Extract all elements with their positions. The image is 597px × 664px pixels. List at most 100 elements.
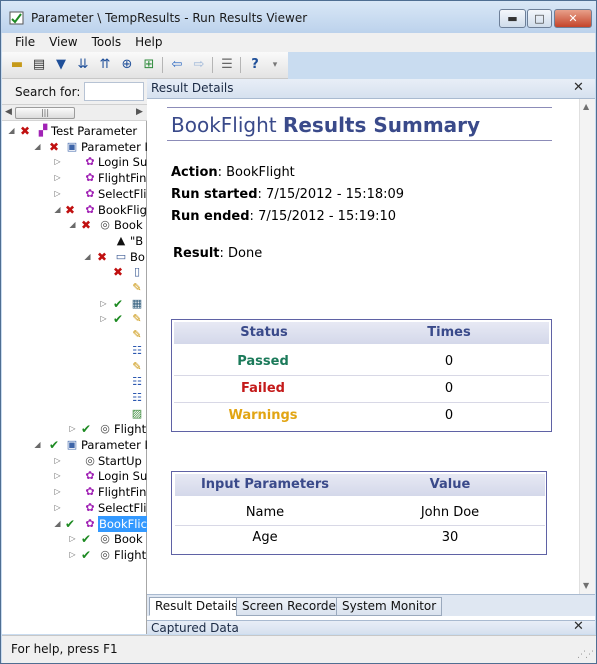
- tree-horizontal-scrollbar[interactable]: ◀ ||| ▶: [2, 105, 147, 121]
- scroll-right-icon[interactable]: ▶: [136, 107, 143, 117]
- details-vertical-scrollbar[interactable]: ▲ ▼: [579, 99, 595, 594]
- collapsed-arrow-icon[interactable]: ▷: [68, 531, 77, 547]
- tree-node[interactable]: ▨: [2, 406, 147, 422]
- tree-node[interactable]: ▷ ✿SelectFlic: [2, 500, 147, 516]
- pencil-icon: ✎: [132, 328, 142, 342]
- menu-tools[interactable]: Tools: [85, 33, 129, 52]
- tree-node[interactable]: ▷ ✿SelectFlic: [2, 186, 147, 202]
- close-icon: ✕: [568, 12, 578, 25]
- tree-node[interactable]: ▷ ✔ ◎ Flight: [2, 421, 147, 437]
- tree-node[interactable]: ▷ ✔ ▦: [2, 296, 147, 312]
- collapsed-arrow-icon[interactable]: ▷: [53, 453, 62, 469]
- back-arrow-icon[interactable]: ⇦: [168, 56, 186, 74]
- toolbar-separator: [240, 57, 241, 73]
- resize-grip-icon[interactable]: ⋰⋰: [577, 650, 594, 660]
- tree-node[interactable]: ✎: [2, 359, 147, 375]
- tree-node[interactable]: ✎: [2, 327, 147, 343]
- tree-node[interactable]: ✖ ▯: [2, 264, 147, 280]
- maximize-button[interactable]: □: [527, 9, 552, 28]
- expanded-arrow-icon[interactable]: ◢: [83, 249, 92, 265]
- status-table-header: Status Times: [174, 322, 549, 344]
- tree-node-label: Bo: [130, 249, 145, 264]
- list-icon[interactable]: ☰: [218, 56, 236, 74]
- browser-icon: ◎: [100, 422, 110, 436]
- forward-arrow-icon[interactable]: ⇨: [190, 56, 208, 74]
- collapsed-arrow-icon[interactable]: ▷: [53, 170, 62, 186]
- collapsed-arrow-icon[interactable]: ▷: [53, 154, 62, 170]
- menu-view[interactable]: View: [42, 33, 84, 52]
- tree-node[interactable]: ◢ ✖ ✿ BookFlig: [2, 202, 147, 218]
- action-value: BookFlight: [226, 165, 295, 180]
- collapsed-arrow-icon[interactable]: ▷: [53, 500, 62, 516]
- tab-system-monitor[interactable]: System Monitor: [336, 597, 443, 616]
- expanded-arrow-icon[interactable]: ◢: [33, 437, 42, 453]
- tree-node[interactable]: ▷ ✔ ◎ Flight: [2, 547, 147, 563]
- pencil-icon: ✎: [132, 312, 142, 326]
- scroll-down-icon[interactable]: ▼: [583, 581, 589, 590]
- passed-times: 0: [444, 354, 454, 369]
- status-failed: Failed: [241, 381, 285, 396]
- tree-node[interactable]: ☷: [2, 343, 147, 359]
- run-started-label: Run started: [171, 187, 258, 202]
- param-name-value: John Doe: [420, 505, 480, 520]
- expanded-arrow-icon[interactable]: ◢: [33, 139, 42, 155]
- tree-node-label: Login Su: [98, 469, 147, 484]
- add-icon[interactable]: ⊞: [140, 56, 158, 74]
- filter-icon[interactable]: ▼: [52, 56, 70, 74]
- tree-node[interactable]: ☷: [2, 374, 147, 390]
- tree-node[interactable]: ▷ ✔ ✎: [2, 311, 147, 327]
- status-warnings: Warnings: [228, 408, 298, 423]
- collapsed-arrow-icon[interactable]: ▷: [53, 468, 62, 484]
- help-icon[interactable]: ?: [246, 56, 264, 74]
- collapsed-arrow-icon[interactable]: ▷: [53, 186, 62, 202]
- tree-node[interactable]: ▷ ✿ FlightFin: [2, 170, 147, 186]
- expand-all-icon[interactable]: ⇊: [74, 56, 92, 74]
- tree-node-label: Flight: [114, 547, 147, 562]
- jump-to-step-icon[interactable]: ⊕: [118, 56, 136, 74]
- tree-node[interactable]: ☷: [2, 390, 147, 406]
- tree-node[interactable]: ▷ ✔ ◎ Book: [2, 531, 147, 547]
- open-icon[interactable]: ▬: [8, 56, 26, 74]
- collapsed-arrow-icon[interactable]: ▷: [68, 421, 77, 437]
- tree-node[interactable]: ▷ ◎ StartUp: [2, 453, 147, 469]
- tree-node[interactable]: ◢ ✖ ▣ Parameter I: [2, 139, 147, 155]
- scroll-up-icon[interactable]: ▲: [583, 102, 589, 111]
- expanded-arrow-icon[interactable]: ◢: [68, 217, 77, 233]
- collapsed-arrow-icon[interactable]: ▷: [99, 296, 108, 312]
- expanded-arrow-icon[interactable]: ◢: [53, 202, 62, 218]
- tree-node[interactable]: ◢ ✖ ◎ Book: [2, 217, 147, 233]
- minimize-button[interactable]: ▬: [499, 9, 526, 28]
- tab-screen-recorder[interactable]: Screen Recorder: [236, 597, 347, 616]
- tree-node[interactable]: ▷ ✿ Login Su: [2, 468, 147, 484]
- collapsed-arrow-icon[interactable]: ▷: [53, 484, 62, 500]
- close-captured-icon[interactable]: ✕: [573, 621, 584, 634]
- maximize-icon: □: [534, 12, 545, 25]
- action-icon: ✿: [85, 500, 95, 514]
- scroll-left-icon[interactable]: ◀: [5, 107, 12, 117]
- tree-node[interactable]: ✎: [2, 280, 147, 296]
- tab-result-details[interactable]: Result Details: [149, 597, 244, 616]
- close-button[interactable]: ✕: [554, 9, 592, 28]
- close-panel-icon[interactable]: ✕: [573, 80, 584, 95]
- tree-node[interactable]: ◢ ✖ ▞ Test Parameter: [2, 123, 147, 139]
- passed-status-icon: ✔: [112, 312, 124, 327]
- scrollbar-thumb[interactable]: |||: [15, 107, 75, 119]
- collapse-all-icon[interactable]: ⇈: [96, 56, 114, 74]
- expanded-arrow-icon[interactable]: ◢: [53, 516, 62, 532]
- toolbar-options-icon[interactable]: ▾: [268, 56, 282, 74]
- collapsed-arrow-icon[interactable]: ▷: [68, 547, 77, 563]
- collapsed-arrow-icon[interactable]: ▷: [99, 311, 108, 327]
- menu-help[interactable]: Help: [128, 33, 169, 52]
- print-icon[interactable]: ▤: [30, 56, 48, 74]
- search-input[interactable]: [84, 82, 144, 101]
- tree-node[interactable]: ▷ ✿ FlightFin: [2, 484, 147, 500]
- pencil-icon: ✎: [132, 281, 142, 294]
- tree-node[interactable]: ◢ ✔ ✿ BookFlic: [2, 515, 147, 532]
- tree-node[interactable]: ▷ ✿ Login Su: [2, 154, 147, 170]
- tree-node[interactable]: ▲ "B: [2, 233, 147, 249]
- status-text: For help, press F1: [11, 642, 118, 656]
- tree-node[interactable]: ◢ ✔ ▣ Parameter I: [2, 437, 147, 453]
- menu-file[interactable]: File: [8, 33, 42, 52]
- expanded-arrow-icon[interactable]: ◢: [7, 123, 16, 139]
- tree-node[interactable]: ◢ ✖ ▭ Bo: [2, 249, 147, 265]
